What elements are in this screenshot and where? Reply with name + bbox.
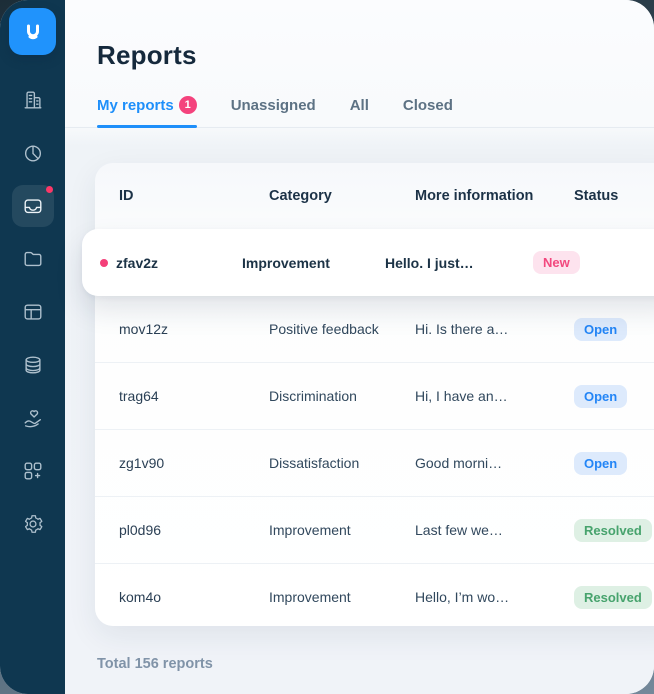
report-info: Hello, I’m wo… <box>415 589 510 605</box>
status-badge: Open <box>574 317 628 341</box>
tab-unassigned[interactable]: Unassigned <box>231 97 316 127</box>
table-row[interactable]: kom4o Improvement Hello, I’m wo… Resolve… <box>95 563 654 626</box>
sidebar-item-company[interactable] <box>12 79 54 121</box>
pie-chart-icon <box>24 145 41 162</box>
status-badge: Resolved <box>574 518 652 542</box>
tab-my-reports[interactable]: My reports 1 <box>97 96 197 128</box>
report-category: Improvement <box>242 254 330 271</box>
folder-icon <box>24 251 41 267</box>
inbox-icon <box>24 199 41 214</box>
table-row[interactable]: mov12z Positive feedback Hi. Is there a…… <box>95 296 654 362</box>
main-content: Reports My reports 1 Unassigned All Close… <box>65 0 654 694</box>
settings-icon <box>24 515 42 533</box>
sidebar-item-settings[interactable] <box>12 503 54 545</box>
sidebar-item-data[interactable] <box>12 344 54 386</box>
report-info: Hi. Is there a… <box>415 321 509 337</box>
sidebar-item-care[interactable] <box>12 397 54 439</box>
tab-all[interactable]: All <box>350 97 369 127</box>
status-badge: New <box>533 251 580 274</box>
database-icon <box>24 356 41 374</box>
table-row-highlighted[interactable]: zfav2z Improvement Hello. I just… New <box>82 229 654 296</box>
report-id: trag64 <box>119 388 159 404</box>
hand-heart-icon <box>24 410 41 428</box>
report-category: Improvement <box>269 522 351 538</box>
table-header-row: ID Category More information Status <box>95 163 654 229</box>
table-row[interactable]: zg1v90 Dissatisfaction Good morni… Open <box>95 429 654 496</box>
report-category: Discrimination <box>269 388 357 404</box>
page-title: Reports <box>97 40 197 70</box>
usersnap-logo[interactable] <box>9 8 56 55</box>
apps-add-icon <box>24 462 41 480</box>
report-category: Positive feedback <box>269 321 379 337</box>
table-row[interactable]: trag64 Discrimination Hi, I have an… Ope… <box>95 362 654 429</box>
report-id: kom4o <box>119 589 162 605</box>
app-window: Reports My reports 1 Unassigned All Close… <box>0 0 654 694</box>
notification-dot <box>45 186 53 193</box>
column-header-status: Status <box>574 188 619 204</box>
status-badge: Open <box>574 451 628 475</box>
unread-dot <box>100 258 108 267</box>
board-icon <box>24 304 41 320</box>
report-id: zg1v90 <box>119 455 165 471</box>
report-info: Hello. I just… <box>385 254 474 271</box>
status-badge: Resolved <box>574 585 652 609</box>
table-body: mov12z Positive feedback Hi. Is there a…… <box>95 296 654 626</box>
logo-u-smile-icon <box>26 24 39 39</box>
column-header-info: More information <box>415 188 534 204</box>
sidebar-item-integrations[interactable] <box>12 450 54 492</box>
report-info: Hi, I have an… <box>415 388 508 404</box>
total-reports-label: Total 156 reports <box>97 656 213 672</box>
tab-count-badge: 1 <box>178 96 197 114</box>
column-header-id: ID <box>119 188 134 204</box>
report-id: pl0d96 <box>119 522 162 538</box>
sidebar <box>0 0 65 694</box>
sidebar-item-inbox[interactable] <box>11 185 54 227</box>
sidebar-nav <box>11 79 54 556</box>
building-icon <box>24 91 41 109</box>
table-row[interactable]: pl0d96 Improvement Last few we… Resolved <box>95 496 654 563</box>
report-id: zfav2z <box>116 254 159 271</box>
sidebar-item-analytics[interactable] <box>12 132 54 174</box>
status-badge: Open <box>574 384 628 408</box>
report-info: Last few we… <box>415 522 503 538</box>
report-id: mov12z <box>119 321 169 337</box>
column-header-category: Category <box>269 188 332 204</box>
sidebar-item-board[interactable] <box>12 291 54 333</box>
report-info: Good morni… <box>415 455 503 471</box>
report-category: Improvement <box>269 589 351 605</box>
tabs-bar: My reports 1 Unassigned All Closed <box>65 96 654 128</box>
tab-closed[interactable]: Closed <box>403 97 453 127</box>
sidebar-item-projects[interactable] <box>12 238 54 280</box>
report-category: Dissatisfaction <box>269 455 360 471</box>
